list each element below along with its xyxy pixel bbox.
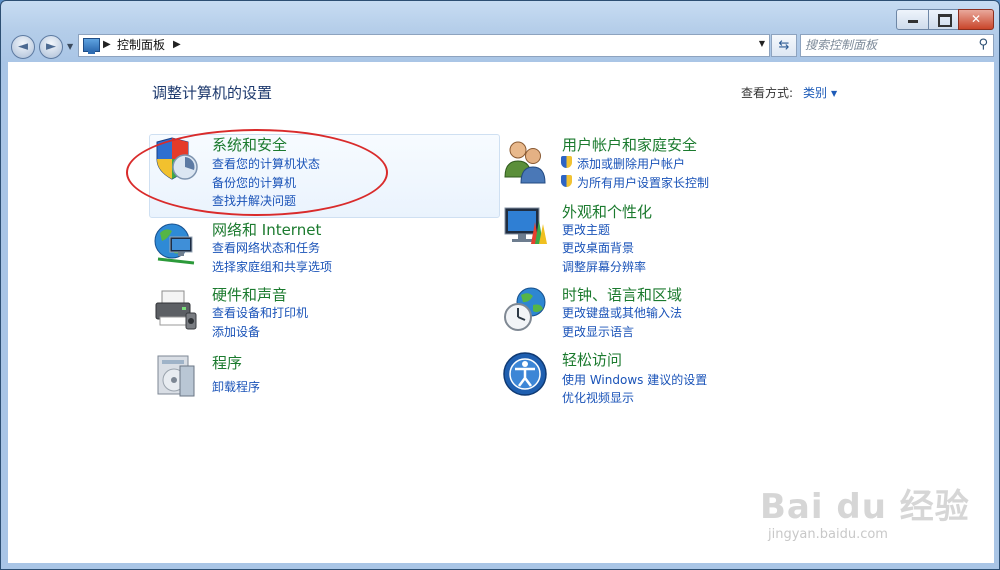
programs-icon[interactable] (152, 352, 200, 400)
control-panel-icon (83, 38, 100, 54)
category-clock-language-region[interactable]: 时钟、语言和区域 (562, 284, 682, 305)
link-parental-controls[interactable]: 为所有用户设置家长控制 (561, 174, 709, 191)
refresh-button[interactable]: ⇆ (771, 34, 797, 57)
search-icon[interactable]: ⚲ (978, 37, 988, 52)
network-icon[interactable] (152, 219, 200, 267)
link-devices-printers[interactable]: 查看设备和打印机 (212, 304, 308, 321)
refresh-icon: ⇆ (778, 38, 790, 53)
category-network-internet[interactable]: 网络和 Internet (212, 219, 321, 240)
link-homegroup-sharing[interactable]: 选择家庭组和共享选项 (212, 258, 332, 275)
view-by-label: 查看方式: (741, 86, 794, 100)
main-content: 调整计算机的设置 查看方式: 类别 ▼ 系统和安全 查看您的计算机状态 备份您的计… (8, 62, 994, 563)
forward-arrow-icon: ► (46, 39, 56, 54)
category-appearance[interactable]: 外观和个性化 (562, 201, 652, 222)
users-icon[interactable] (501, 137, 549, 185)
link-network-status[interactable]: 查看网络状态和任务 (212, 239, 320, 256)
ease-of-access-icon[interactable] (501, 350, 549, 398)
link-add-device[interactable]: 添加设备 (212, 323, 260, 340)
link-optimize-display[interactable]: 优化视频显示 (562, 389, 634, 406)
printer-icon[interactable] (152, 285, 200, 333)
red-annotation-circle (126, 129, 388, 216)
recent-pages-dropdown-icon[interactable]: ▼ (67, 42, 73, 51)
back-button[interactable]: ◄ (11, 35, 35, 59)
link-change-theme[interactable]: 更改主题 (562, 221, 610, 238)
link-change-input-method[interactable]: 更改键盘或其他输入法 (562, 304, 682, 321)
back-arrow-icon: ◄ (18, 39, 28, 54)
link-add-remove-accounts-label[interactable]: 添加或删除用户帐户 (577, 157, 685, 171)
breadcrumb-control-panel[interactable]: 控制面板 (117, 37, 165, 54)
watermark-brand: Bai du 经验 (760, 487, 970, 527)
appearance-icon[interactable] (501, 202, 549, 250)
control-panel-window: ✕ ◄ ► ▼ ▶ 控制面板 ▶ ▼ ⇆ ⚲ 调整计算机的设置 查看方式: 类别… (0, 0, 1000, 570)
baidu-jingyan-watermark: Bai du 经验 jingyan.baidu.com (760, 471, 990, 551)
chevron-down-icon[interactable]: ▼ (831, 89, 837, 98)
link-parental-controls-label[interactable]: 为所有用户设置家长控制 (577, 176, 709, 190)
address-bar[interactable]: ▶ 控制面板 ▶ ▼ (78, 34, 770, 57)
link-uninstall-program[interactable]: 卸载程序 (212, 378, 260, 395)
link-screen-resolution[interactable]: 调整屏幕分辨率 (562, 258, 646, 275)
link-recommended-settings[interactable]: 使用 Windows 建议的设置 (562, 371, 707, 388)
link-change-display-language[interactable]: 更改显示语言 (562, 323, 634, 340)
maximize-button[interactable] (928, 9, 960, 30)
breadcrumb-arrow-icon[interactable]: ▶ (173, 37, 181, 53)
breadcrumb-root-arrow-icon[interactable]: ▶ (103, 37, 111, 53)
minimize-button[interactable] (896, 9, 930, 30)
uac-shield-icon (561, 156, 572, 168)
forward-button[interactable]: ► (39, 35, 63, 59)
close-button[interactable]: ✕ (958, 9, 994, 30)
link-add-remove-accounts[interactable]: 添加或删除用户帐户 (561, 155, 685, 172)
view-by-value[interactable]: 类别 (803, 86, 827, 100)
category-hardware-sound[interactable]: 硬件和声音 (212, 284, 287, 305)
category-ease-of-access[interactable]: 轻松访问 (562, 349, 622, 370)
close-icon: ✕ (970, 12, 982, 26)
view-by-dropdown[interactable]: 类别 ▼ (803, 84, 837, 101)
maximize-icon (938, 14, 952, 27)
page-title: 调整计算机的设置 (152, 84, 273, 102)
uac-shield-icon (561, 175, 572, 187)
search-input[interactable] (805, 37, 965, 53)
link-change-background[interactable]: 更改桌面背景 (562, 239, 634, 256)
minimize-icon (908, 20, 918, 23)
watermark-url: jingyan.baidu.com (768, 527, 888, 542)
clock-globe-icon[interactable] (501, 285, 549, 333)
category-programs[interactable]: 程序 (212, 352, 242, 373)
address-dropdown-icon[interactable]: ▼ (759, 39, 765, 48)
search-box[interactable]: ⚲ (800, 34, 994, 57)
category-user-accounts[interactable]: 用户帐户和家庭安全 (562, 134, 697, 155)
